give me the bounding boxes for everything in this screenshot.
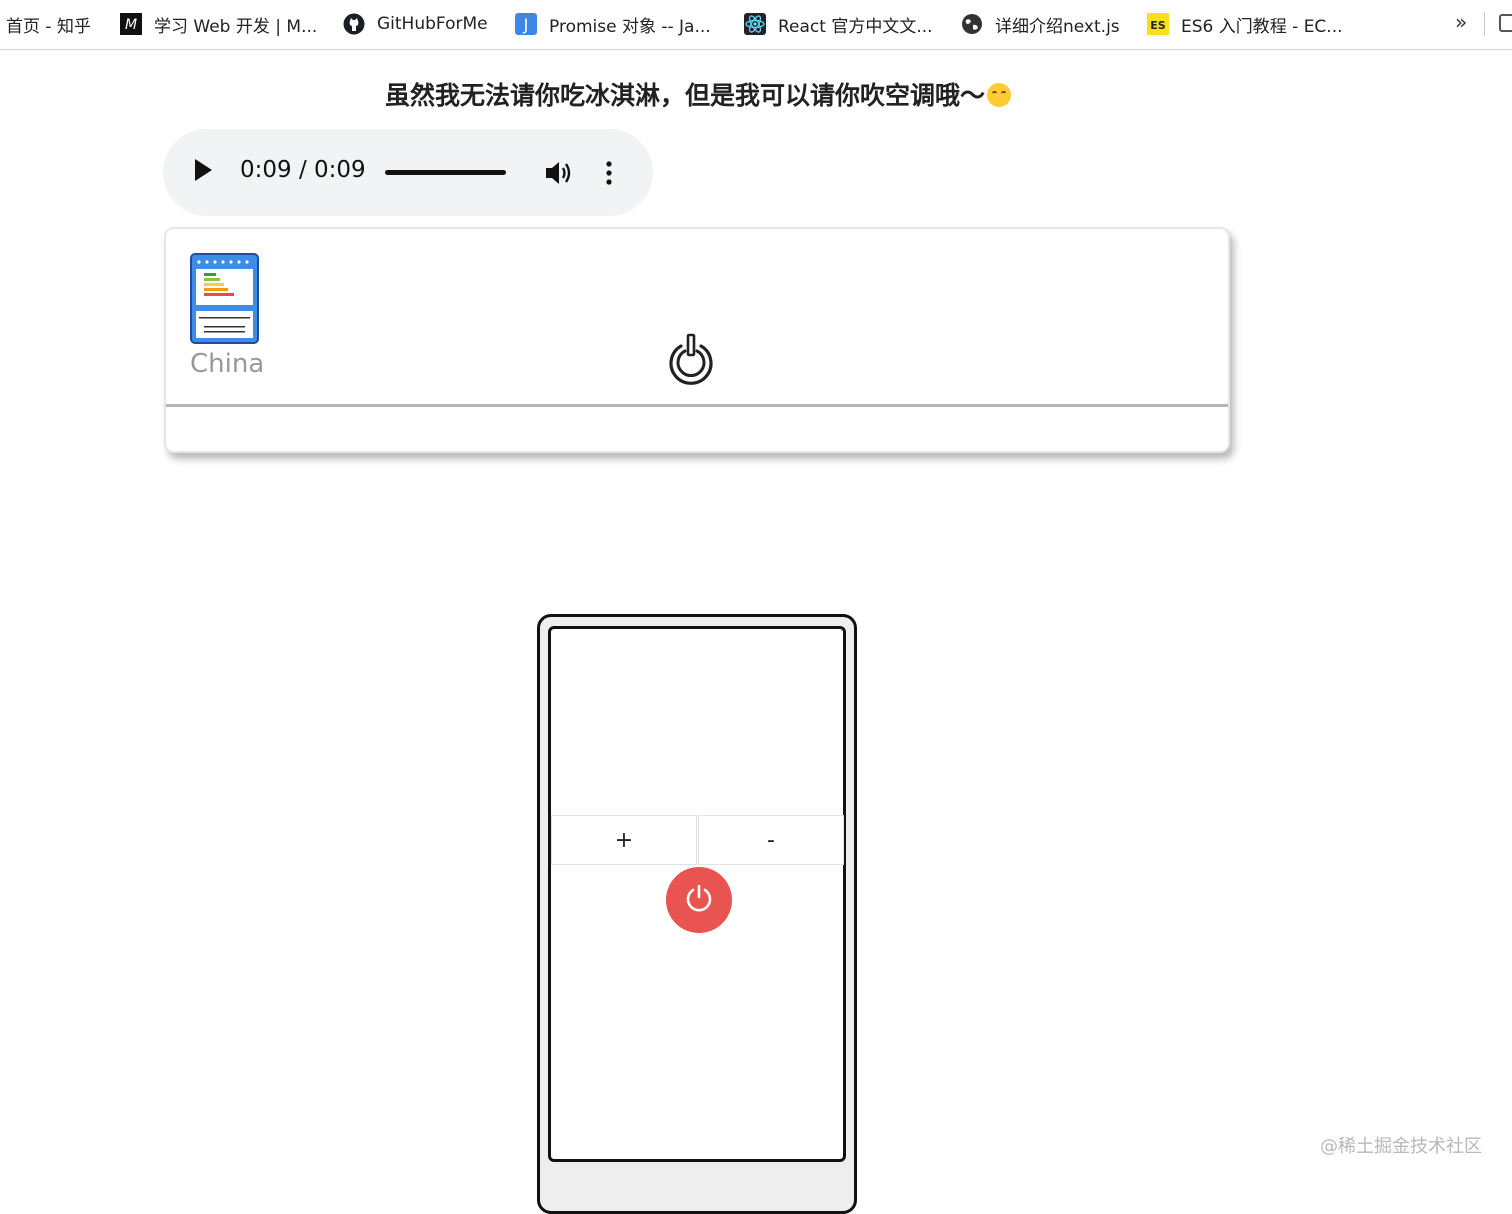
bookmark-label: Promise 对象 -- Ja... xyxy=(549,16,711,37)
ac-brand-label: China xyxy=(190,349,265,379)
smile-emoji-icon xyxy=(987,83,1011,107)
ac-power-status-icon xyxy=(666,333,716,387)
audio-time-readout: 0:09 / 0:09 xyxy=(240,157,366,183)
svg-text:J: J xyxy=(523,15,529,34)
page-headline: 虽然我无法请你吃冰淇淋，但是我可以请你吹空调哦～ xyxy=(0,76,1396,112)
headline-text: 虽然我无法请你吃冰淇淋，但是我可以请你吹空调哦～ xyxy=(384,81,985,110)
bookmarks-divider xyxy=(1484,12,1485,36)
remote-power-button[interactable] xyxy=(666,867,732,933)
air-conditioner-unit: China xyxy=(164,227,1230,453)
bookmark-label: React 官方中文文... xyxy=(778,16,933,37)
energy-label-icon xyxy=(190,253,259,344)
volume-icon[interactable] xyxy=(544,159,574,187)
bookmark-label: GitHubForMe xyxy=(377,14,488,34)
bookmark-es6[interactable]: ES ES6 入门教程 - EC... xyxy=(1147,0,1343,48)
bookmark-nextjs[interactable]: 详细介绍next.js xyxy=(961,0,1120,48)
bookmark-label: ES6 入门教程 - EC... xyxy=(1181,16,1343,37)
bookmark-promise[interactable]: J Promise 对象 -- Ja... xyxy=(515,0,711,48)
play-button[interactable] xyxy=(195,159,212,181)
power-icon xyxy=(683,882,715,918)
bookmark-label: 详细介绍next.js xyxy=(995,16,1120,37)
bookmark-label: 首页 - 知乎 xyxy=(6,16,91,37)
seek-slider[interactable] xyxy=(385,170,506,175)
ac-vent-line xyxy=(166,404,1228,407)
temperature-up-button[interactable]: + xyxy=(551,815,697,865)
j-icon: J xyxy=(515,13,537,35)
svg-text:M: M xyxy=(125,17,137,33)
duration: 0:09 xyxy=(314,157,366,183)
es-icon: ES xyxy=(1147,13,1169,35)
time-separator: / xyxy=(298,157,307,183)
remote-panel: + - xyxy=(548,626,846,1162)
react-icon xyxy=(744,13,766,35)
bookmark-github[interactable]: GitHubForMe xyxy=(343,0,488,48)
bookmark-label: 学习 Web 开发 | M... xyxy=(154,16,318,37)
bookmark-zhihu[interactable]: 首页 - 知乎 xyxy=(6,0,91,48)
more-bookmarks-button[interactable]: » xyxy=(1455,10,1467,34)
current-time: 0:09 xyxy=(240,157,292,183)
bookmarks-bar: 首页 - 知乎 M 学习 Web 开发 | M... GitHubForMe J… xyxy=(0,0,1512,50)
mdn-icon: M xyxy=(120,13,142,35)
github-icon xyxy=(343,13,365,35)
audio-player: 0:09 / 0:09 xyxy=(163,129,653,216)
other-bookmarks-folder-icon[interactable] xyxy=(1499,14,1512,32)
seek-progress-fill xyxy=(385,170,506,175)
more-options-icon[interactable] xyxy=(602,160,616,186)
temperature-down-button[interactable]: - xyxy=(698,815,844,865)
globe-icon xyxy=(961,13,983,35)
bookmark-mdn[interactable]: M 学习 Web 开发 | M... xyxy=(120,0,317,48)
remote-control: + - xyxy=(537,614,857,1214)
watermark: @稀土掘金技术社区 xyxy=(1320,1136,1482,1157)
svg-text:ES: ES xyxy=(1150,19,1166,32)
bookmark-react[interactable]: React 官方中文文... xyxy=(744,0,933,48)
